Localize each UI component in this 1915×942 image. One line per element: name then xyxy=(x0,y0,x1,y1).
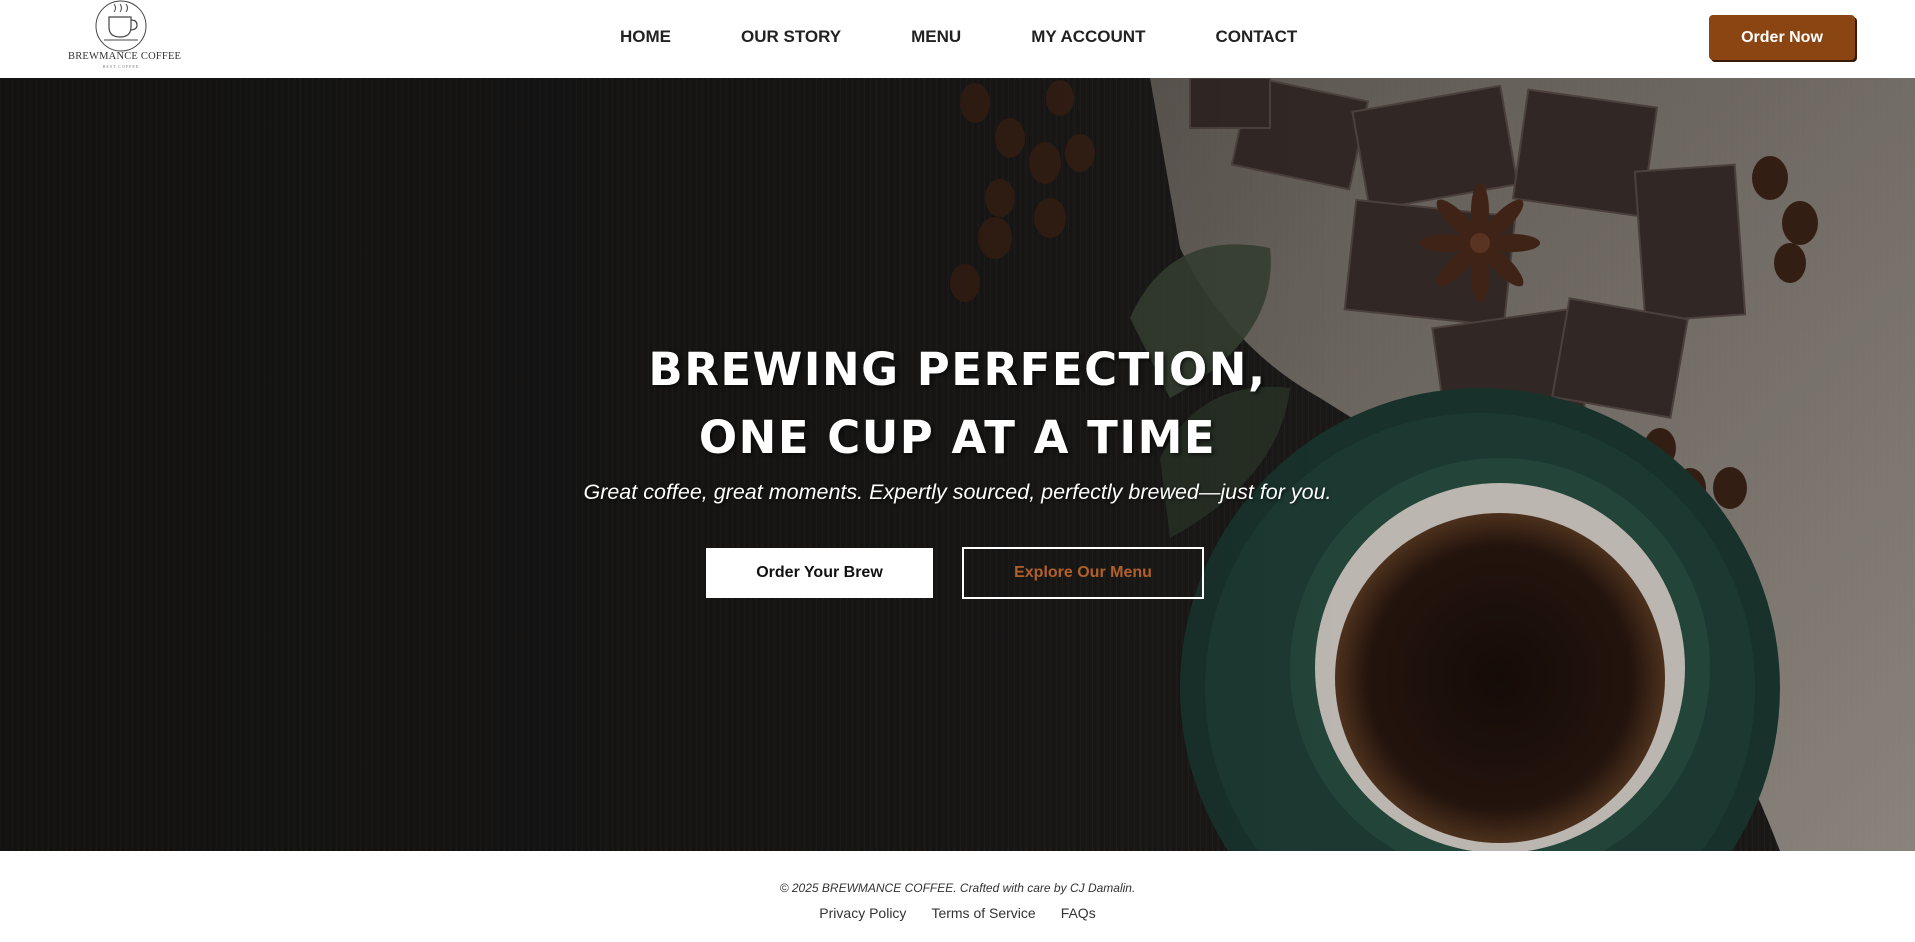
hero-section: BREWING PERFECTION, ONE CUP AT A TIME Gr… xyxy=(0,78,1915,851)
privacy-policy-link[interactable]: Privacy Policy xyxy=(819,905,906,921)
terms-of-service-link[interactable]: Terms of Service xyxy=(931,905,1035,921)
order-your-brew-button[interactable]: Order Your Brew xyxy=(706,548,933,598)
nav-item-contact[interactable]: CONTACT xyxy=(1215,26,1297,50)
main-nav: HOME OUR STORY MENU MY ACCOUNT CONTACT xyxy=(620,26,1297,50)
coffee-cup-icon xyxy=(95,0,147,52)
brand-tagline: BEST COFFEE xyxy=(102,64,140,69)
nav-item-our-story[interactable]: OUR STORY xyxy=(741,26,841,50)
footer-links: Privacy Policy Terms of Service FAQs xyxy=(0,905,1915,921)
site-header: BREWMANCE COFFEE BEST COFFEE HOME OUR ST… xyxy=(0,0,1915,78)
hero-title: BREWING PERFECTION, ONE CUP AT A TIME xyxy=(0,336,1915,472)
site-footer: © 2025 BREWMANCE COFFEE. Crafted with ca… xyxy=(0,851,1915,942)
nav-item-my-account[interactable]: MY ACCOUNT xyxy=(1031,26,1145,50)
brand-logo[interactable]: BREWMANCE COFFEE BEST COFFEE xyxy=(68,0,182,74)
nav-item-menu[interactable]: MENU xyxy=(911,26,961,50)
explore-menu-button[interactable]: Explore Our Menu xyxy=(962,547,1204,599)
nav-item-home[interactable]: HOME xyxy=(620,26,671,50)
hero-title-line-2: ONE CUP AT A TIME xyxy=(698,411,1217,464)
order-now-button[interactable]: Order Now xyxy=(1709,15,1855,60)
copyright-text: © 2025 BREWMANCE COFFEE. Crafted with ca… xyxy=(779,881,1136,895)
hero-title-line-1: BREWING PERFECTION, xyxy=(648,343,1267,396)
brand-name: BREWMANCE COFFEE xyxy=(68,51,182,62)
hero-subtitle: Great coffee, great moments. Expertly so… xyxy=(583,480,1332,504)
faqs-link[interactable]: FAQs xyxy=(1061,905,1096,921)
